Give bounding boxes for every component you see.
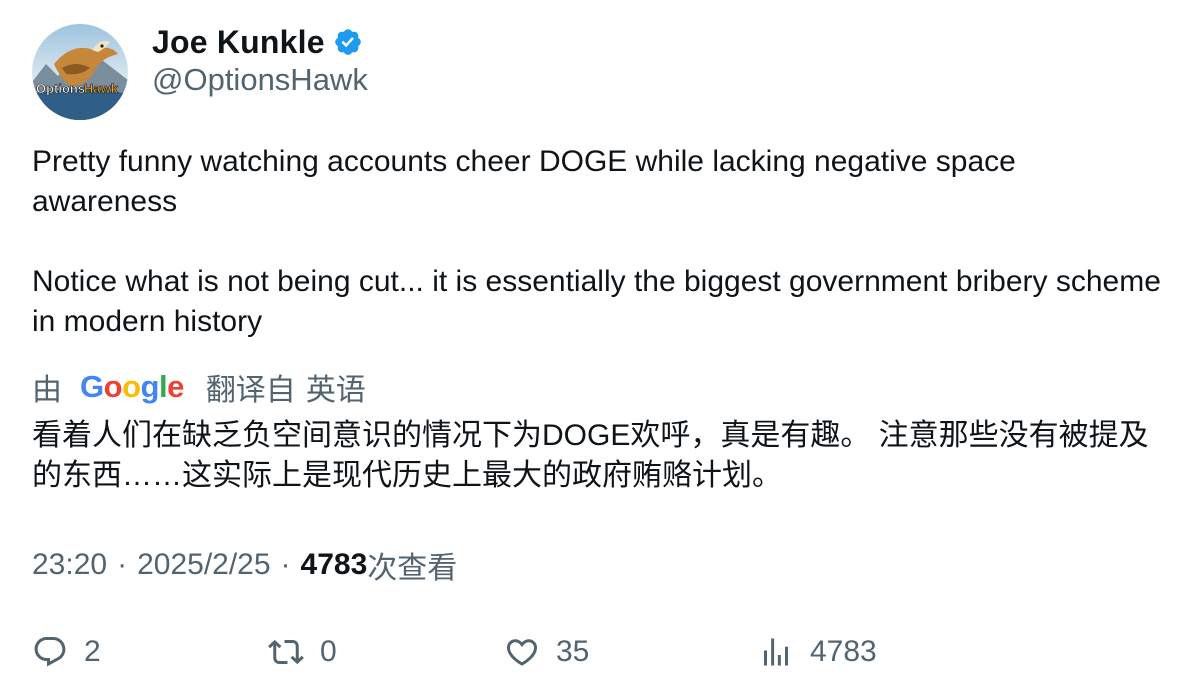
hawk-avatar-icon: Options Hawk	[32, 24, 128, 120]
display-name[interactable]: Joe Kunkle	[152, 24, 325, 61]
reply-count: 2	[84, 635, 101, 668]
translated-text: 看着人们在缺乏负空间意识的情况下为DOGE欢呼，真是有趣。 注意那些没有被提及的…	[32, 419, 1149, 492]
retweet-icon	[268, 639, 304, 665]
tweet-meta: 23:20 · 2025/2/25 · 4783 次查看	[32, 544, 457, 586]
svg-text:Hawk: Hawk	[84, 81, 119, 96]
tweet-paragraph: Notice what is not being cut... it is es…	[32, 265, 1161, 338]
view-count: 4783	[810, 635, 877, 668]
source-language: 英语	[305, 374, 366, 407]
retweet-button[interactable]: 0	[268, 630, 337, 674]
views-count: 4783	[300, 548, 368, 581]
retweet-count: 0	[320, 635, 337, 668]
meta-separator: ·	[117, 548, 128, 581]
views-label: 次查看	[367, 552, 458, 585]
google-logo-icon: Google	[80, 369, 184, 404]
meta-separator: ·	[280, 548, 291, 581]
action-bar: 2 0 35 4783	[32, 630, 1162, 674]
author-handle[interactable]: @OptionsHawk	[152, 62, 368, 98]
translated-from-label: 翻译自	[205, 374, 296, 407]
svg-text:Options: Options	[36, 81, 85, 96]
translation-attribution[interactable]: 由 Google 翻译自 英语	[32, 366, 366, 408]
heart-icon	[506, 639, 538, 666]
reply-button[interactable]: 2	[32, 630, 101, 674]
tweet-text: Pretty funny watching accounts cheer DOG…	[32, 142, 1162, 342]
reply-icon	[34, 637, 66, 667]
author-name-row[interactable]: Joe Kunkle	[152, 22, 363, 62]
views-button[interactable]: 4783	[758, 630, 877, 674]
verified-badge-icon	[333, 27, 363, 57]
tweet-paragraph: Pretty funny watching accounts cheer DOG…	[32, 145, 1016, 218]
tweet-card: Options Hawk Joe Kunkle @OptionsHawk Pre…	[0, 0, 1196, 698]
tweet-time[interactable]: 23:20	[32, 548, 107, 582]
bar-chart-icon	[764, 638, 788, 666]
like-button[interactable]: 35	[504, 630, 589, 674]
tweet-date[interactable]: 2025/2/25	[137, 548, 270, 582]
translated-by-label: 由	[32, 374, 62, 407]
like-count: 35	[556, 635, 590, 668]
avatar[interactable]: Options Hawk	[32, 24, 128, 120]
